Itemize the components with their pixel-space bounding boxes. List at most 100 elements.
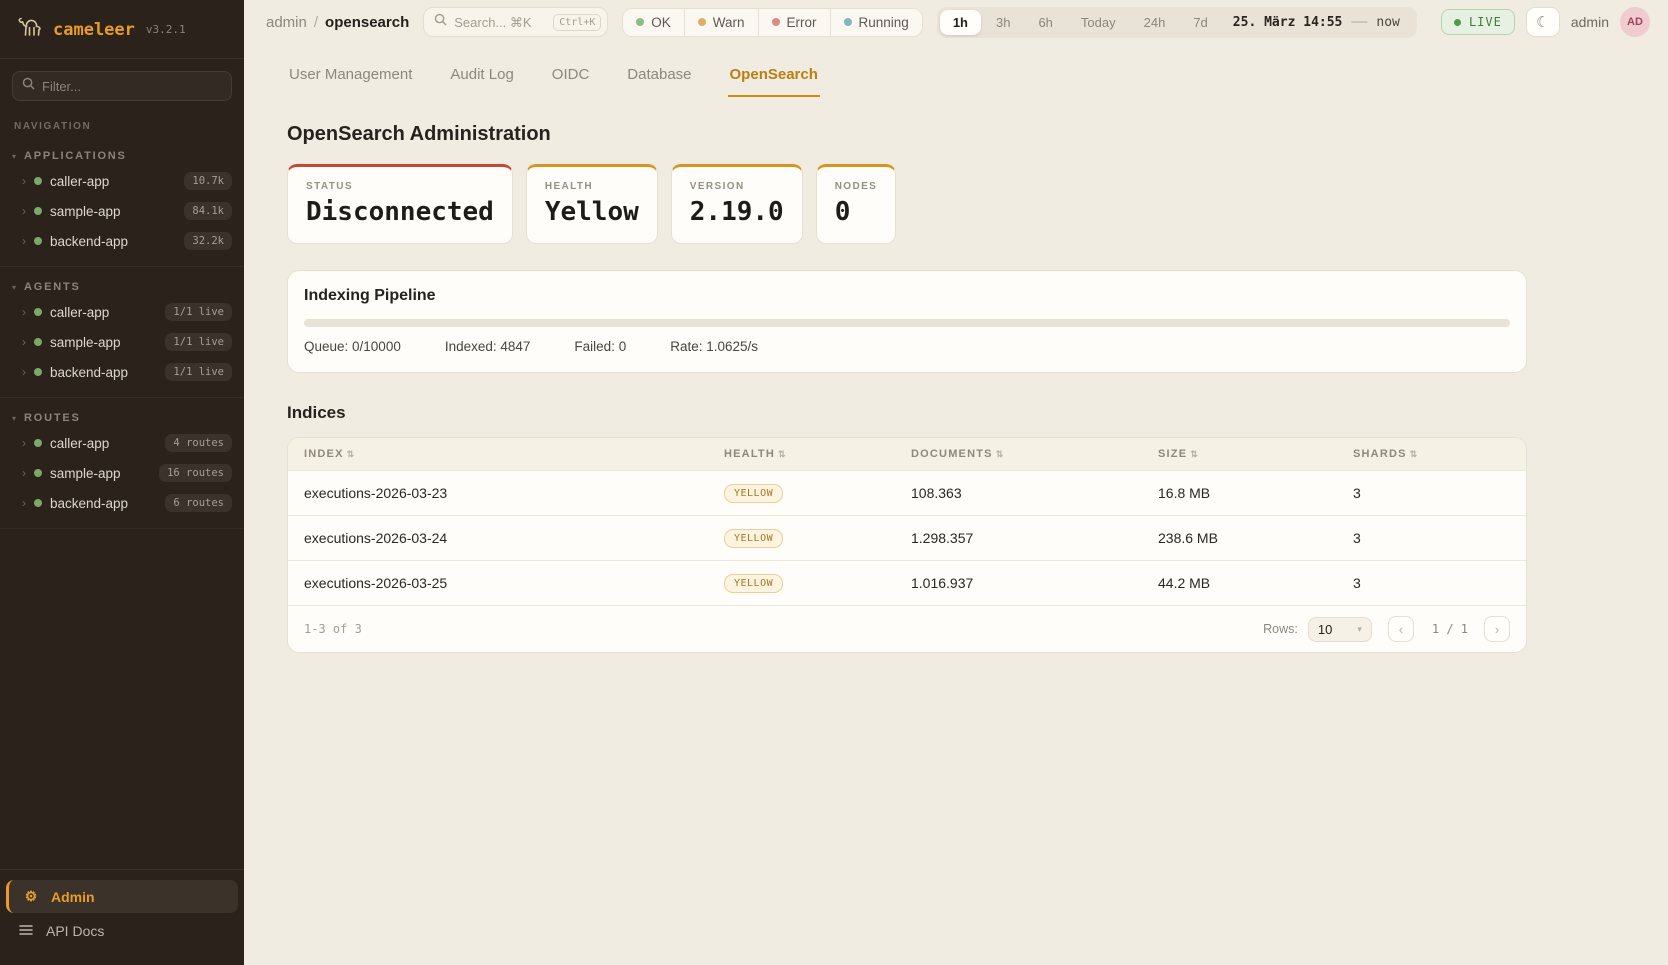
pipeline-stats: Queue: 0/10000 Indexed: 4847 Failed: 0 R… — [304, 339, 1510, 354]
live-indicator[interactable]: LIVE — [1441, 9, 1515, 35]
sort-icon: ⇅ — [1410, 449, 1419, 459]
col-size[interactable]: SIZE⇅ — [1142, 438, 1337, 471]
chevron-right-icon: › — [22, 497, 26, 509]
range-24h[interactable]: 24h — [1131, 10, 1179, 35]
username: admin — [1571, 14, 1609, 30]
chevron-right-icon: › — [22, 366, 26, 378]
indices-title: Indices — [287, 403, 1527, 423]
live-badge: 1/1 live — [165, 363, 232, 381]
sidebar-item-sample-app-agent[interactable]: › sample-app 1/1 live — [0, 327, 244, 357]
nodes-value: 0 — [835, 197, 878, 227]
search-input[interactable] — [454, 15, 546, 30]
breadcrumb-current: opensearch — [325, 14, 409, 31]
tab-opensearch[interactable]: OpenSearch — [728, 56, 820, 97]
indices-table-card: INDEX⇅ HEALTH⇅ DOCUMENTS⇅ SIZE⇅ SHARDS⇅ … — [287, 437, 1527, 653]
table-row[interactable]: executions-2026-03-25 YELLOW 1.016.937 4… — [288, 561, 1526, 606]
sidebar-item-sample-app[interactable]: › sample-app 84.1k — [0, 196, 244, 226]
theme-toggle[interactable]: ☾ — [1526, 7, 1560, 37]
table-header-row: INDEX⇅ HEALTH⇅ DOCUMENTS⇅ SIZE⇅ SHARDS⇅ — [288, 438, 1526, 471]
status-value: Disconnected — [306, 197, 494, 227]
filter-ok[interactable]: OK — [623, 9, 685, 36]
shortcut-hint: Ctrl+K — [553, 14, 601, 31]
avatar[interactable]: AD — [1620, 7, 1650, 37]
page-title: OpenSearch Administration — [287, 123, 1527, 146]
next-page-button[interactable]: › — [1484, 616, 1510, 642]
col-index[interactable]: INDEX⇅ — [288, 438, 708, 471]
sidebar-item-backend-app[interactable]: › backend-app 32.2k — [0, 226, 244, 256]
sidebar-item-api-docs[interactable]: API Docs — [6, 915, 238, 947]
tab-user-management[interactable]: User Management — [287, 56, 414, 97]
filter-running[interactable]: Running — [831, 9, 922, 36]
status-dot — [34, 338, 42, 346]
status-dot — [34, 469, 42, 477]
rate-stat: Rate: 1.0625/s — [670, 339, 758, 354]
version-value: 2.19.0 — [690, 197, 784, 227]
live-badge: 1/1 live — [165, 333, 232, 351]
prev-page-button[interactable]: ‹ — [1388, 616, 1414, 642]
filter-warn[interactable]: Warn — [685, 9, 759, 36]
col-health[interactable]: HEALTH⇅ — [708, 438, 895, 471]
search-icon — [22, 77, 35, 95]
sidebar-section-agents: ▾ AGENTS › caller-app 1/1 live › sample-… — [0, 267, 244, 398]
section-header-applications[interactable]: ▾ APPLICATIONS — [0, 144, 244, 166]
warn-dot — [698, 18, 706, 26]
chevron-right-icon: › — [22, 467, 26, 479]
col-documents[interactable]: DOCUMENTS⇅ — [895, 438, 1142, 471]
chevron-down-icon: ▾ — [1357, 624, 1362, 635]
table-row[interactable]: executions-2026-03-24 YELLOW 1.298.357 2… — [288, 516, 1526, 561]
tab-database[interactable]: Database — [625, 56, 693, 97]
sidebar: cameleer v3.2.1 NAVIGATION ▾ APPLICATION… — [0, 0, 244, 965]
time-range-group: 1h 3h 6h Today 24h 7d 25. März 14:55 — n… — [937, 7, 1417, 38]
search-icon — [434, 13, 447, 31]
content: User Management Audit Log OIDC Database … — [287, 44, 1527, 653]
sidebar-item-sample-app-routes[interactable]: › sample-app 16 routes — [0, 458, 244, 488]
range-today[interactable]: Today — [1068, 10, 1129, 35]
stat-card-version: VERSION 2.19.0 — [671, 164, 803, 244]
range-3h[interactable]: 3h — [983, 10, 1023, 35]
app-version: v3.2.1 — [146, 23, 186, 36]
breadcrumb-parent[interactable]: admin — [266, 14, 307, 31]
page-indicator: 1 / 1 — [1432, 622, 1468, 636]
chevron-down-icon: ▾ — [12, 152, 16, 161]
sidebar-item-caller-app-routes[interactable]: › caller-app 4 routes — [0, 428, 244, 458]
sidebar-item-caller-app-agent[interactable]: › caller-app 1/1 live — [0, 297, 244, 327]
sidebar-item-caller-app[interactable]: › caller-app 10.7k — [0, 166, 244, 196]
range-6h[interactable]: 6h — [1025, 10, 1065, 35]
sidebar-section-applications: ▾ APPLICATIONS › caller-app 10.7k › samp… — [0, 136, 244, 267]
live-badge: 1/1 live — [165, 303, 232, 321]
section-header-agents[interactable]: ▾ AGENTS — [0, 275, 244, 297]
status-dot — [34, 308, 42, 316]
sidebar-section-routes: ▾ ROUTES › caller-app 4 routes › sample-… — [0, 398, 244, 529]
indexed-stat: Indexed: 4847 — [445, 339, 531, 354]
ok-dot — [636, 18, 644, 26]
filter-error[interactable]: Error — [759, 9, 831, 36]
sidebar-item-admin[interactable]: ⚙ Admin — [6, 880, 238, 913]
count-badge: 32.2k — [184, 232, 232, 250]
tab-oidc[interactable]: OIDC — [550, 56, 592, 97]
stat-cards: STATUS Disconnected HEALTH Yellow VERSIO… — [287, 164, 1527, 244]
status-dot — [34, 368, 42, 376]
filter-input[interactable] — [42, 79, 222, 94]
chevron-right-icon: › — [22, 175, 26, 187]
health-badge: YELLOW — [724, 574, 783, 593]
sidebar-item-backend-app-routes[interactable]: › backend-app 6 routes — [0, 488, 244, 518]
table-row[interactable]: executions-2026-03-23 YELLOW 108.363 16.… — [288, 471, 1526, 516]
chevron-down-icon: ▾ — [12, 283, 16, 292]
global-search[interactable]: Ctrl+K — [423, 7, 608, 37]
section-header-routes[interactable]: ▾ ROUTES — [0, 406, 244, 428]
date-range[interactable]: 25. März 14:55 — now — [1223, 13, 1414, 31]
col-shards[interactable]: SHARDS⇅ — [1337, 438, 1526, 471]
table-footer: 1-3 of 3 Rows: 10 ▾ ‹ 1 / 1 › — [288, 605, 1526, 652]
failed-stat: Failed: 0 — [574, 339, 626, 354]
routes-badge: 16 routes — [159, 464, 232, 482]
tab-audit-log[interactable]: Audit Log — [448, 56, 515, 97]
rows-per-page-select[interactable]: 10 ▾ — [1308, 617, 1372, 642]
sidebar-item-backend-app-agent[interactable]: › backend-app 1/1 live — [0, 357, 244, 387]
sidebar-filter[interactable] — [12, 71, 232, 101]
range-1h[interactable]: 1h — [940, 10, 981, 35]
navigation-label: NAVIGATION — [0, 105, 244, 136]
range-7d[interactable]: 7d — [1180, 10, 1220, 35]
chevron-right-icon: › — [22, 437, 26, 449]
health-badge: YELLOW — [724, 529, 783, 548]
gear-icon: ⚙ — [23, 888, 39, 905]
